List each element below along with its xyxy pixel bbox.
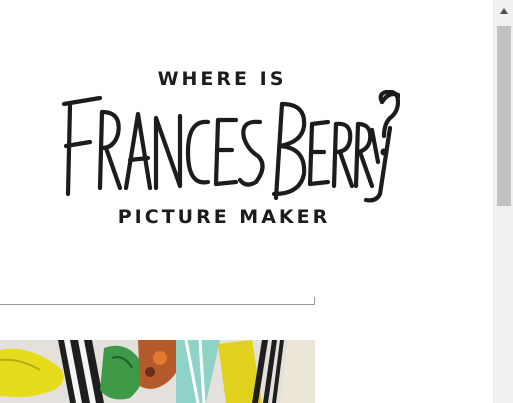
scrollbar-thumb[interactable] (497, 26, 511, 206)
scroll-up-button[interactable] (494, 0, 513, 22)
logo-kicker-top: WHERE IS (157, 68, 287, 90)
triangle-up-icon (499, 8, 508, 14)
featured-artwork-image[interactable] (0, 340, 315, 403)
page: WHERE IS PICTURE MAKER (0, 0, 513, 403)
logo-script-wordmark (61, 90, 400, 203)
vertical-scrollbar[interactable] (493, 0, 513, 403)
logo-kicker-bottom: PICTURE MAKER (117, 206, 331, 228)
content-divider (0, 297, 315, 305)
site-logo[interactable]: WHERE IS PICTURE MAKER (60, 62, 400, 234)
